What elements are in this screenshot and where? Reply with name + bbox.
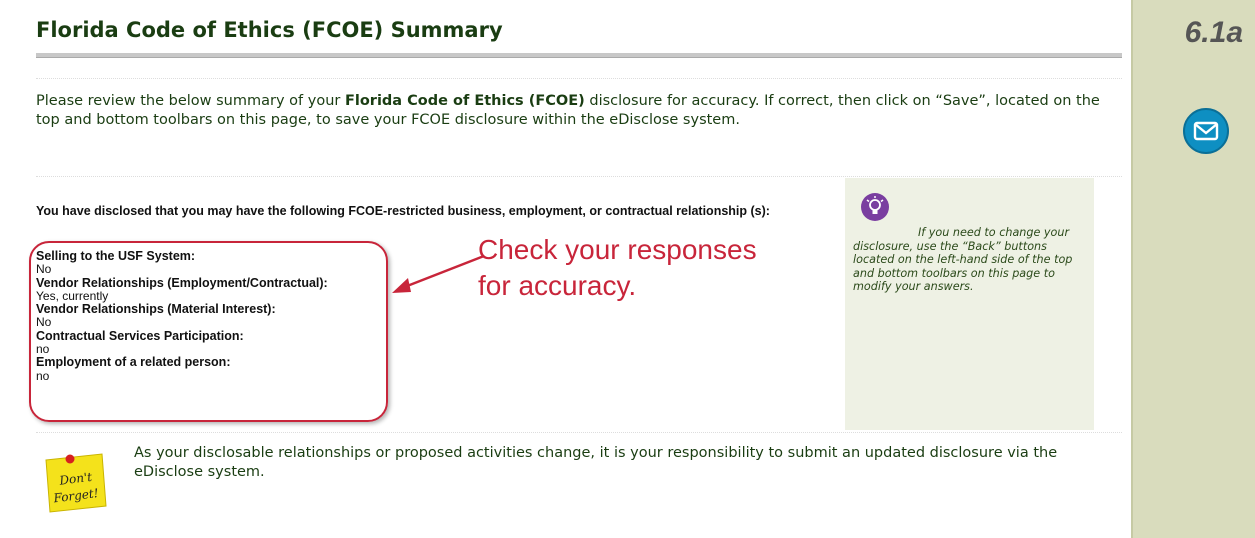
tip-panel: If you need to change your disclosure, u… [845, 178, 1094, 430]
page-title: Florida Code of Ethics (FCOE) Summary [36, 18, 503, 42]
callout-line-2: for accuracy. [478, 270, 637, 301]
section-divider [36, 176, 1122, 177]
intro-text-before: Please review the below summary of your [36, 93, 345, 109]
callout-line-1: Check your responses [478, 234, 757, 265]
tip-text: If you need to change your disclosure, u… [853, 226, 1073, 293]
lightbulb-icon [861, 193, 889, 221]
envelope-icon[interactable] [1183, 108, 1229, 154]
responses-highlight-box [29, 241, 388, 422]
sticky-note-icon: Don't Forget! [38, 450, 110, 514]
slide-number: 6.1a [1184, 16, 1243, 49]
intro-text-bold: Florida Code of Ethics (FCOE) [344, 93, 585, 109]
slide-sidebar: 6.1a [1131, 0, 1255, 538]
reminder-text: As your disclosable relationships or pro… [134, 445, 1058, 480]
slide-content: Florida Code of Ethics (FCOE) Summary Pl… [0, 0, 1135, 538]
section-divider [36, 432, 1122, 433]
callout-arrow [392, 254, 485, 293]
callout-text: Check your responses for accuracy. [478, 232, 757, 304]
intro-paragraph: Please review the below summary of your … [36, 92, 1122, 130]
section-divider [36, 78, 1122, 79]
disclosed-heading: You have disclosed that you may have the… [36, 204, 770, 218]
title-divider [36, 53, 1122, 58]
